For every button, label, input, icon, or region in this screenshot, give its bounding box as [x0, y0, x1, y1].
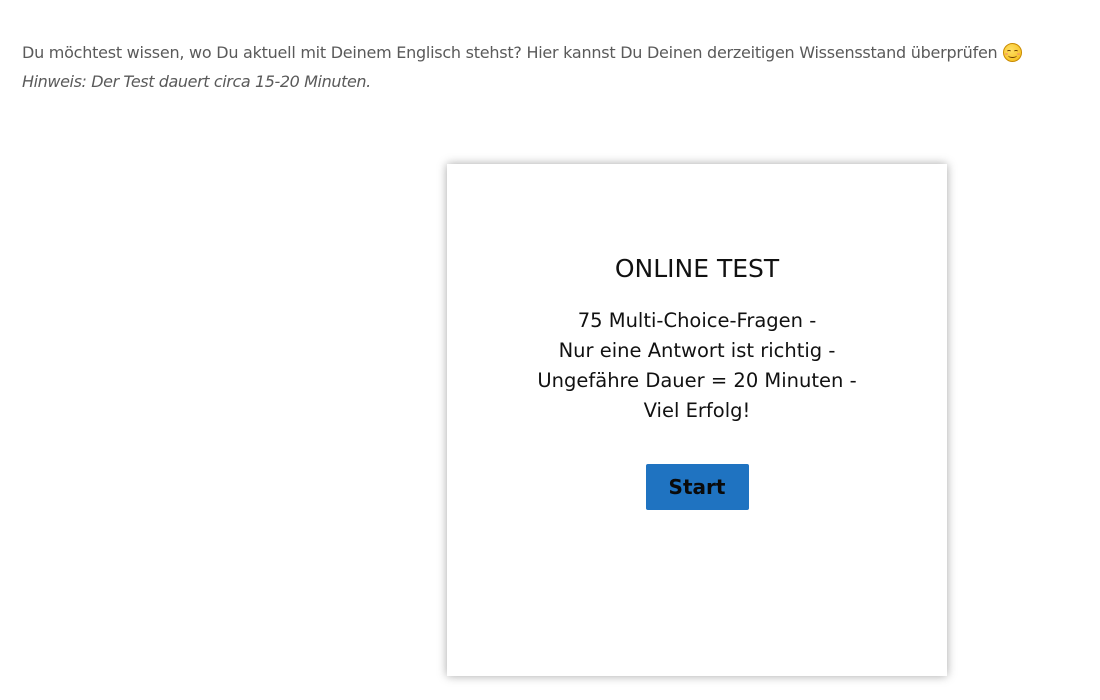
intro-hint: Hinweis: Der Test dauert circa 15-20 Min…: [22, 72, 371, 91]
online-test-card: ONLINE TEST 75 Multi-Choice-Fragen - Nur…: [447, 164, 947, 676]
card-description: 75 Multi-Choice-Fragen - Nur eine Antwor…: [447, 306, 947, 426]
smiling-face-icon: [1003, 43, 1023, 62]
card-description-line: 75 Multi-Choice-Fragen -: [577, 309, 817, 332]
intro-paragraph: Du möchtest wissen, wo Du aktuell mit De…: [22, 38, 1082, 67]
card-description-line: Ungefähre Dauer = 20 Minuten -: [537, 369, 857, 392]
start-button[interactable]: Start: [645, 464, 749, 510]
intro-section: Du möchtest wissen, wo Du aktuell mit De…: [22, 38, 1082, 96]
intro-text: Du möchtest wissen, wo Du aktuell mit De…: [22, 43, 998, 62]
card-title: ONLINE TEST: [614, 254, 780, 283]
card-description-line: Viel Erfolg!: [643, 399, 751, 422]
card-description-line: Nur eine Antwort ist richtig -: [558, 339, 836, 362]
